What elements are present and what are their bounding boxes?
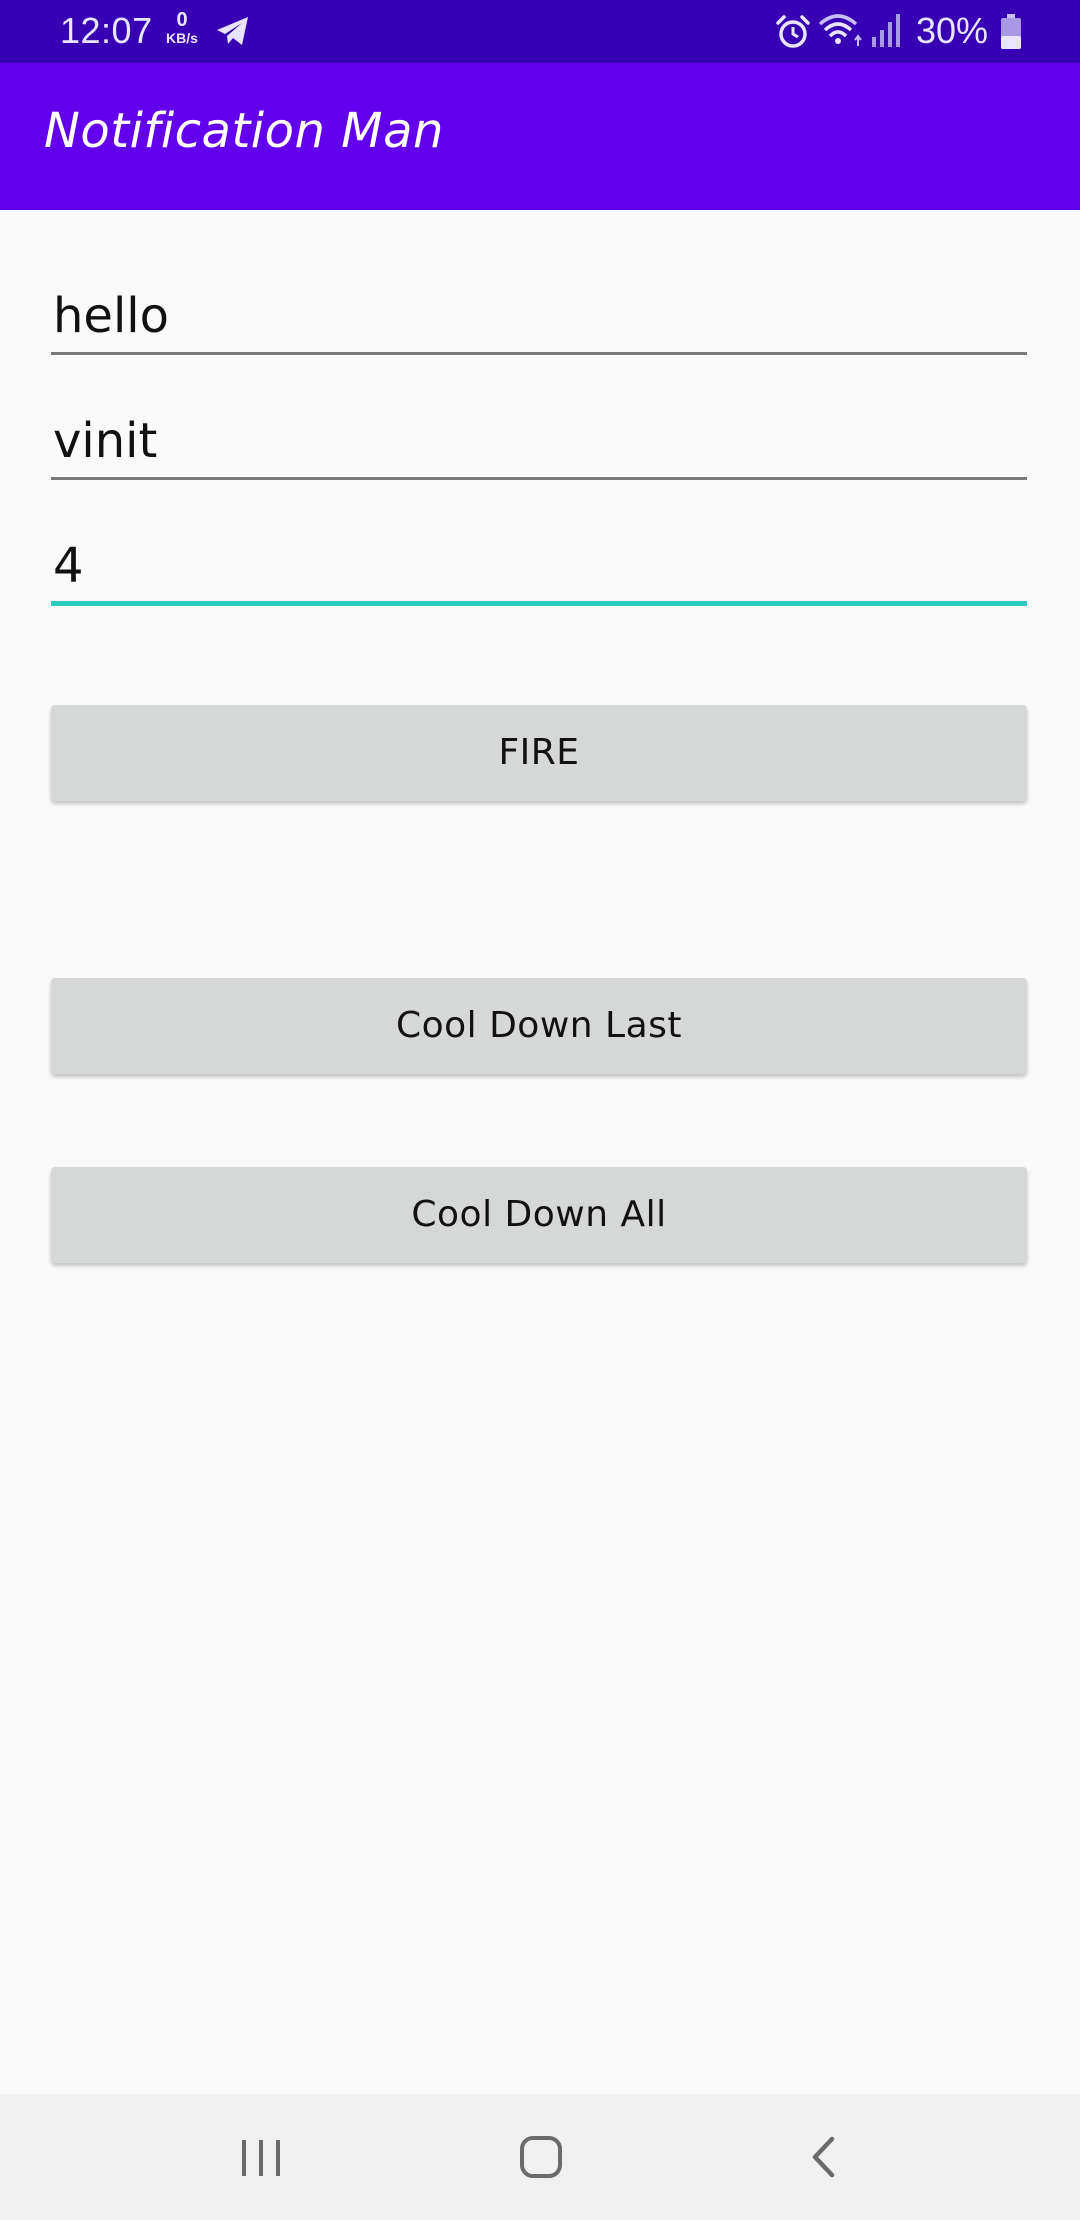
cool-down-all-button[interactable]: Cool Down All: [51, 1167, 1027, 1263]
status-bar: 12:07 0 KB/s 30%: [0, 0, 1080, 63]
home-icon[interactable]: [518, 2134, 564, 2180]
fire-button[interactable]: FIRE: [51, 705, 1027, 801]
message-input-underline: [51, 477, 1027, 480]
count-input[interactable]: [51, 530, 1027, 602]
recents-icon[interactable]: [238, 2136, 284, 2180]
title-input[interactable]: [51, 280, 1027, 352]
app-title: Notification Man: [44, 103, 444, 159]
wifi-icon: [818, 14, 862, 46]
network-speed-value: 0: [176, 9, 188, 31]
message-input-field[interactable]: [51, 405, 1027, 480]
battery-percentage: 30%: [916, 10, 989, 51]
signal-icon: [872, 14, 900, 47]
network-speed: 0 KB/s: [162, 10, 202, 45]
count-input-underline: [51, 601, 1027, 606]
network-speed-unit: KB/s: [166, 30, 198, 46]
battery-icon: [1001, 14, 1021, 49]
navigation-bar: [0, 2094, 1080, 2220]
alarm-icon: [776, 15, 810, 48]
telegram-icon: [217, 17, 248, 45]
back-icon[interactable]: [804, 2134, 844, 2180]
title-input-field[interactable]: [51, 280, 1027, 355]
status-time: 12:07: [60, 10, 153, 51]
cool-down-last-button[interactable]: Cool Down Last: [51, 978, 1027, 1074]
title-input-underline: [51, 352, 1027, 355]
message-input[interactable]: [51, 405, 1027, 477]
app-bar: Notification Man: [0, 63, 1080, 210]
count-input-field[interactable]: [51, 530, 1027, 606]
